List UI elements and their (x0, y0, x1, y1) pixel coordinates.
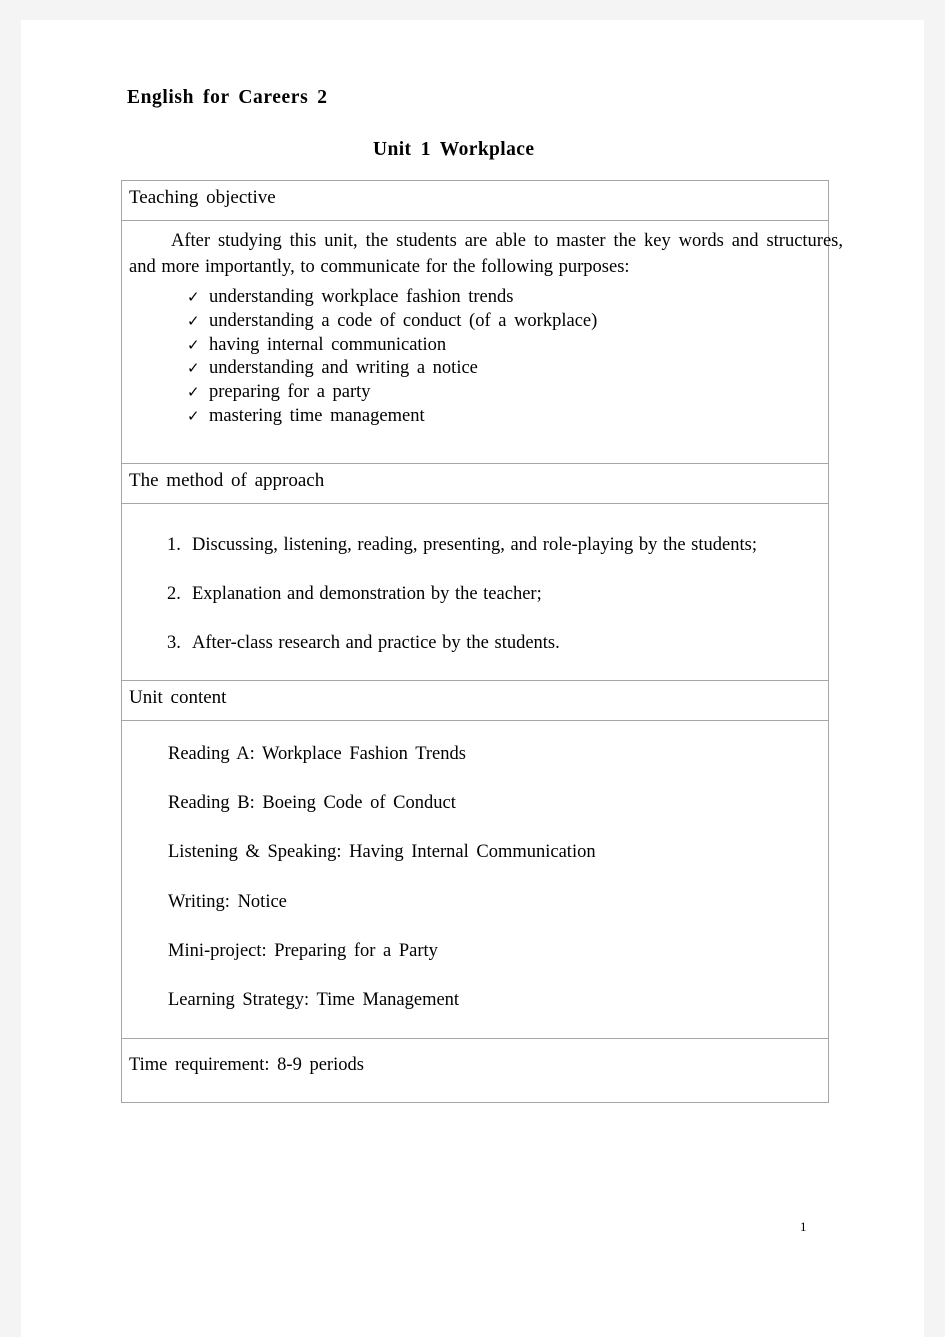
check-mark-icon: ✓ (187, 335, 200, 354)
list-item-label: preparing for a party (209, 382, 371, 403)
list-item-number: 2. (167, 583, 181, 604)
list-item: Writing: Notice (168, 891, 287, 912)
table-row: The method of approach (121, 462, 829, 504)
objective-bullet-list: ✓ understanding workplace fashion trends… (122, 286, 828, 429)
check-mark-icon: ✓ (187, 359, 200, 378)
list-item: 3. After-class research and practice by … (122, 619, 842, 668)
method-of-approach-body-cell: 1. Discussing, listening, reading, prese… (121, 502, 829, 681)
check-mark-icon: ✓ (187, 383, 200, 402)
table-row: Reading A: Workplace Fashion Trends Read… (121, 719, 829, 1039)
list-item: ✓ understanding and writing a notice (122, 357, 828, 381)
check-mark-icon: ✓ (187, 406, 200, 425)
list-item: Mini-project: Preparing for a Party (168, 940, 438, 961)
section-header-label: Teaching objective (129, 187, 276, 208)
time-requirement-label: Time requirement: 8-9 periods (129, 1054, 364, 1075)
time-requirement-cell: Time requirement: 8-9 periods (121, 1037, 829, 1103)
list-item-label: understanding a code of conduct (of a wo… (209, 310, 598, 331)
list-item: Reading B: Boeing Code of Conduct (168, 793, 456, 814)
table-row: Unit content (121, 679, 829, 721)
list-item-number: 1. (167, 534, 181, 555)
teaching-objective-header-cell: Teaching objective (121, 180, 829, 221)
unit-content-body-cell: Reading A: Workplace Fashion Trends Read… (121, 719, 829, 1039)
list-item: 2. Explanation and demonstration by the … (122, 570, 842, 619)
list-item: ✓ having internal communication (122, 334, 828, 358)
list-item: Learning Strategy: Time Management (168, 990, 460, 1011)
list-item-label: mastering time management (209, 405, 425, 426)
list-item: ✓ understanding a code of conduct (of a … (122, 310, 828, 334)
list-item-number: 3. (167, 632, 181, 653)
table-row: After studying this unit, the students a… (121, 220, 843, 464)
table-row: Time requirement: 8-9 periods (121, 1037, 829, 1103)
table-row: Teaching objective (121, 180, 829, 221)
unit-content-list: Reading A: Workplace Fashion Trends Read… (122, 721, 828, 1038)
unit-outline-table: Teaching objective After studying this u… (121, 180, 843, 1103)
list-item-label: understanding and writing a notice (209, 358, 478, 379)
list-item: ✓ understanding workplace fashion trends (122, 286, 828, 310)
check-mark-icon: ✓ (187, 288, 200, 306)
unit-title: Unit 1 Workplace (373, 139, 535, 160)
page-number: 1 (800, 1219, 807, 1234)
list-item-label: understanding workplace fashion trends (209, 287, 514, 307)
list-item-label: Explanation and demonstration by the tea… (192, 583, 542, 604)
cell-spacer (122, 429, 828, 463)
list-item: Listening & Speaking: Having Internal Co… (168, 842, 596, 863)
check-mark-icon: ✓ (187, 311, 200, 330)
list-item-label: After-class research and practice by the… (192, 632, 560, 653)
method-numbered-list: 1. Discussing, listening, reading, prese… (122, 504, 828, 680)
list-item: ✓ mastering time management (122, 405, 828, 429)
list-item: Reading A: Workplace Fashion Trends (168, 743, 466, 764)
teaching-objective-body-cell: After studying this unit, the students a… (121, 220, 843, 464)
unit-content-header-cell: Unit content (121, 679, 829, 721)
list-item-label: having internal communication (209, 334, 447, 355)
list-item: ✓ preparing for a party (122, 381, 828, 405)
section-header-label: Unit content (129, 686, 227, 708)
list-item-label: Discussing, listening, reading, presenti… (192, 534, 757, 555)
method-of-approach-header-cell: The method of approach (121, 462, 829, 504)
table-row: 1. Discussing, listening, reading, prese… (121, 502, 829, 681)
list-item: 1. Discussing, listening, reading, prese… (122, 521, 842, 570)
section-header-label: The method of approach (129, 469, 325, 491)
objective-paragraph: After studying this unit, the students a… (129, 231, 843, 277)
document-title: English for Careers 2 (127, 87, 328, 108)
